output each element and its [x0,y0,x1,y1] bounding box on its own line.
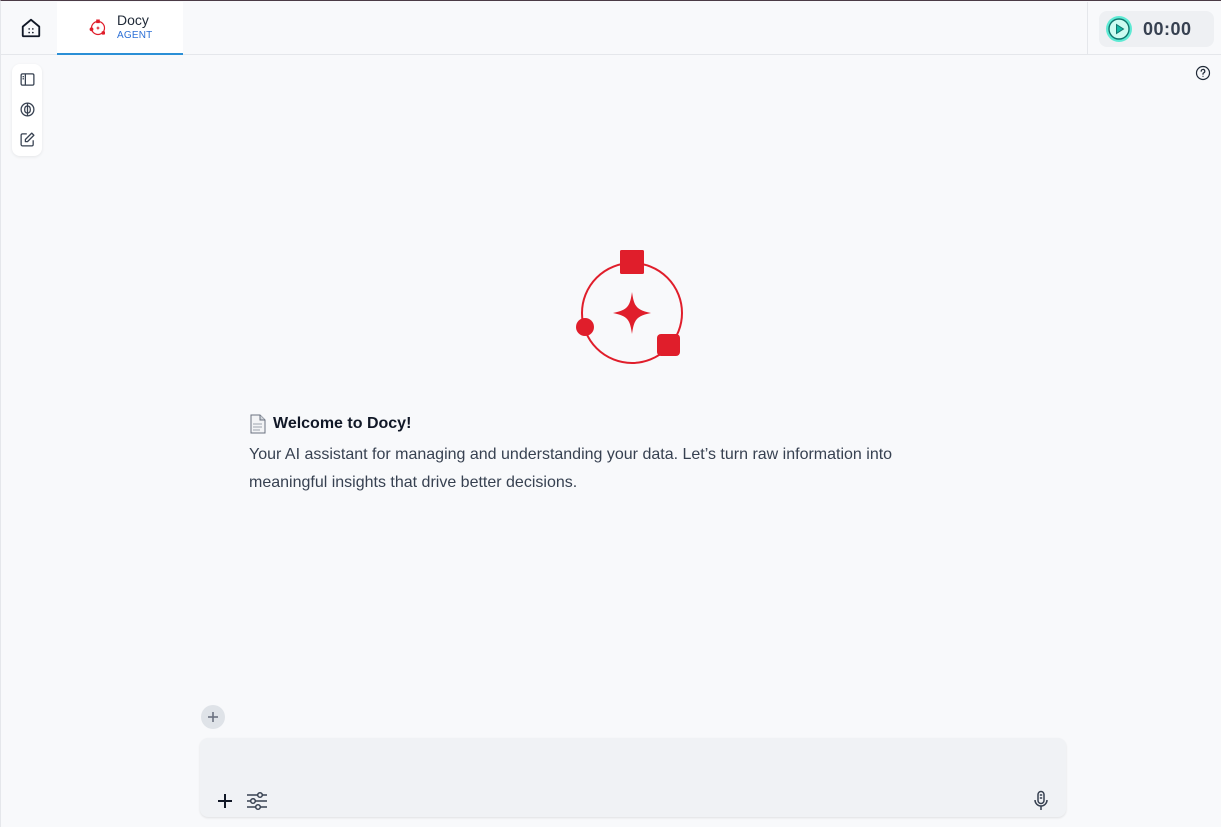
sliders-icon [247,791,267,811]
timer-area: 00:00 [1087,2,1221,55]
home-button[interactable] [15,14,47,42]
top-bar: Docy AGENT 00:00 [1,2,1221,55]
docy-hero-logo [576,250,683,364]
help-button[interactable] [1195,65,1211,81]
sidebar-toggle-button[interactable] [17,69,37,89]
attach-button[interactable] [201,705,225,729]
side-toolbar [12,64,42,156]
timer-button[interactable]: 00:00 [1099,11,1214,47]
brain-button[interactable] [17,99,37,119]
brain-icon [19,101,35,117]
message-input[interactable] [212,746,1052,782]
welcome-message: Welcome to Docy! Your AI assistant for m… [249,413,949,497]
welcome-title-row: Welcome to Docy! [249,413,949,435]
plus-icon [208,712,218,722]
timer-value: 00:00 [1143,19,1192,39]
microphone-icon [1034,790,1048,810]
new-chat-button[interactable] [17,129,37,149]
voice-input-button[interactable] [1028,788,1054,814]
welcome-title: Welcome to Docy! [273,415,412,432]
tab-subtitle: AGENT [117,30,153,41]
add-button[interactable] [212,788,238,814]
tab-docy-agent[interactable]: Docy AGENT [57,2,183,55]
document-icon [250,414,266,434]
home-icon [21,18,41,38]
welcome-body: Your AI assistant for managing and under… [249,446,893,491]
app-window: Docy AGENT 00:00 Welcome to Docy! Your A… [0,0,1221,827]
help-circle-icon [1195,65,1211,81]
sidebar-toggle-icon [19,72,35,86]
edit-icon [19,131,35,147]
plus-icon [218,794,232,808]
docy-logo-icon [89,19,106,36]
play-circle-icon [1106,16,1132,42]
chat-composer [200,738,1066,817]
tab-title: Docy [117,12,149,28]
settings-button[interactable] [244,788,270,814]
